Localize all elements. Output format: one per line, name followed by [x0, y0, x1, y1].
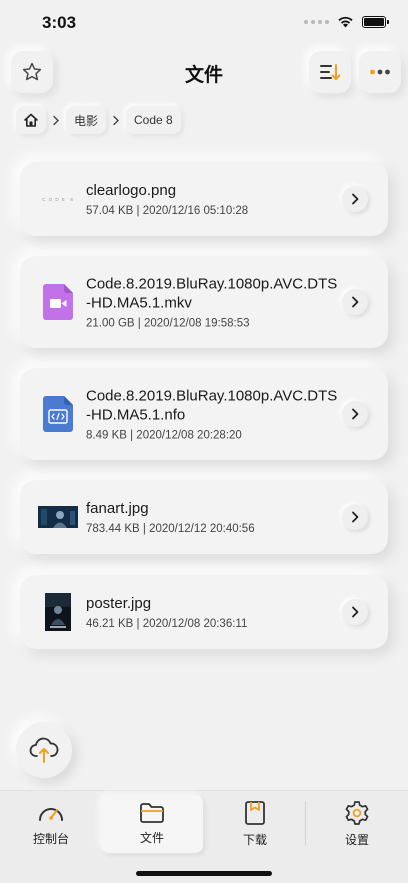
upload-button[interactable] — [16, 722, 72, 778]
dashboard-icon — [39, 808, 63, 821]
poster-thumbnail — [38, 592, 78, 632]
download-file-icon — [245, 801, 265, 825]
tab-files[interactable]: 文件 — [101, 795, 203, 853]
file-meta: 783.44 KB | 2020/12/12 20:40:56 — [86, 523, 255, 535]
file-item-poster[interactable]: poster.jpg 46.21 KB | 2020/12/08 20:36:1… — [20, 575, 388, 649]
chevron-right-icon — [352, 408, 359, 420]
tab-label: 下载 — [242, 833, 267, 847]
tab-dashboard[interactable]: 控制台 — [0, 795, 102, 853]
file-item-nfo[interactable]: Code.8.2019.BluRay.1080p.AVC.DTS-HD.MA5.… — [20, 368, 388, 460]
clearlogo-thumbnail-text: C O D E 8 — [42, 196, 74, 202]
battery-icon — [362, 15, 389, 28]
tab-download[interactable]: 下载 — [204, 795, 306, 853]
clearlogo-thumbnail: C O D E 8 — [38, 179, 78, 219]
file-item-mkv[interactable]: Code.8.2019.BluRay.1080p.AVC.DTS-HD.MA5.… — [20, 256, 388, 348]
chevron-right-icon — [352, 193, 359, 205]
status-time: 3:03 — [42, 13, 77, 32]
chevron-right-icon — [352, 296, 359, 308]
open-file-button[interactable] — [342, 289, 368, 315]
file-item-clearlogo[interactable]: C O D E 8 clearlogo.png 57.04 KB | 2020/… — [20, 162, 388, 236]
cellular-signal-icon — [304, 19, 329, 24]
open-file-button[interactable] — [342, 599, 368, 625]
settings-icon — [345, 801, 369, 825]
file-meta: 57.04 KB | 2020/12/16 05:10:28 — [86, 205, 249, 217]
fanart-thumbnail — [38, 497, 78, 537]
more-icon — [370, 69, 390, 75]
file-name: Code.8.2019.BluRay.1080p.AVC.DTS-HD.MA5.… — [86, 275, 338, 312]
status-icons — [304, 15, 389, 28]
code-file-icon — [38, 394, 78, 434]
breadcrumb-item-movies[interactable]: 电影 — [66, 106, 107, 134]
file-name: fanart.jpg — [86, 500, 149, 517]
file-meta: 46.21 KB | 2020/12/08 20:36:11 — [86, 618, 248, 630]
file-meta: 8.49 KB | 2020/12/08 20:28:20 — [86, 429, 242, 442]
file-name: poster.jpg — [86, 595, 152, 612]
sort-icon — [320, 64, 341, 80]
tab-label: 控制台 — [32, 832, 69, 846]
breadcrumb-separator-icon — [112, 115, 120, 126]
status-bar: 3:03 — [0, 0, 408, 46]
folder-icon — [140, 803, 164, 823]
open-file-button[interactable] — [342, 186, 368, 212]
home-indicator — [136, 871, 272, 876]
open-file-button[interactable] — [342, 504, 368, 530]
cloud-upload-icon — [29, 737, 59, 763]
file-item-fanart[interactable]: fanart.jpg 783.44 KB | 2020/12/12 20:40:… — [20, 480, 388, 554]
tab-label: 文件 — [139, 831, 164, 845]
file-name: clearlogo.png — [86, 182, 177, 199]
sort-button[interactable] — [309, 51, 351, 93]
file-meta: 21.00 GB | 2020/12/08 19:58:53 — [86, 317, 250, 330]
tab-bar: 控制台 文件 下载 设置 — [0, 790, 408, 883]
wifi-icon — [338, 16, 353, 28]
tab-settings[interactable]: 设置 — [306, 795, 408, 853]
home-icon — [24, 113, 38, 127]
breadcrumb-home[interactable] — [16, 106, 46, 134]
chevron-right-icon — [352, 606, 359, 618]
video-file-icon — [38, 282, 78, 322]
open-file-button[interactable] — [342, 401, 368, 427]
tab-label: 设置 — [344, 833, 369, 847]
chevron-right-icon — [352, 511, 359, 523]
more-button[interactable] — [359, 51, 401, 93]
breadcrumb-separator-icon — [52, 115, 60, 126]
breadcrumb-item-code8[interactable]: Code 8 — [126, 106, 181, 134]
breadcrumb: 电影 Code 8 — [16, 106, 181, 134]
file-name: Code.8.2019.BluRay.1080p.AVC.DTS-HD.MA5.… — [86, 387, 338, 424]
